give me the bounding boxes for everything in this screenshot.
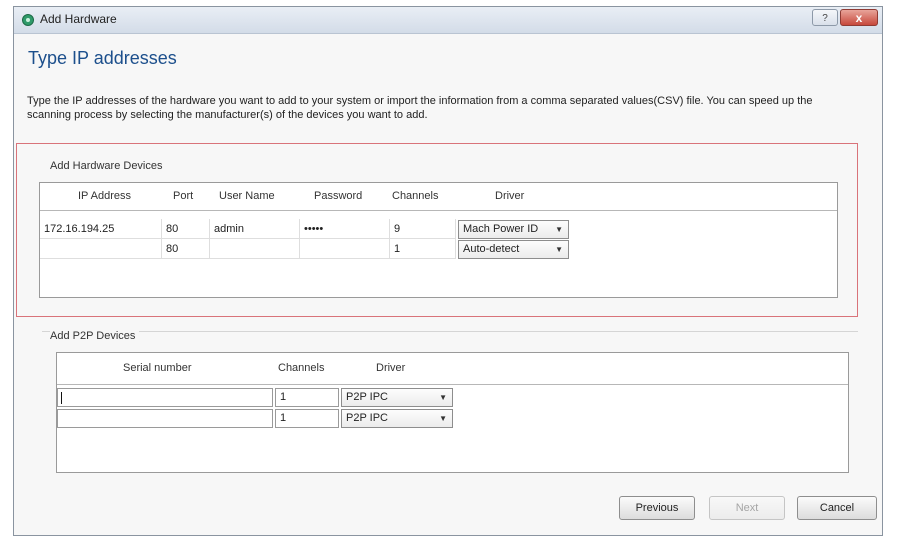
chevron-down-icon: ▼ xyxy=(555,225,563,234)
ip-field[interactable] xyxy=(40,239,162,259)
hardware-group-label: Add Hardware Devices xyxy=(50,160,163,172)
app-icon xyxy=(22,14,34,26)
title-bar: Add Hardware ? x xyxy=(14,7,882,34)
column-header-password[interactable]: Password xyxy=(314,190,362,202)
page-title: Type IP addresses xyxy=(28,48,177,68)
column-header-port[interactable]: Port xyxy=(173,190,193,202)
driver-select-value: Mach Power ID xyxy=(463,223,539,235)
username-field[interactable]: admin xyxy=(210,219,300,239)
channels-field[interactable]: 9 xyxy=(390,219,456,239)
driver-select[interactable]: Mach Power ID ▼ xyxy=(458,220,569,239)
help-button[interactable]: ? xyxy=(812,9,838,26)
username-field[interactable] xyxy=(210,239,300,259)
column-header-driver[interactable]: Driver xyxy=(376,362,405,374)
previous-button[interactable]: Previous xyxy=(619,496,695,520)
p2p-channels-field[interactable]: 1 xyxy=(275,409,339,428)
column-header-driver[interactable]: Driver xyxy=(495,190,524,202)
column-header-channels[interactable]: Channels xyxy=(392,190,438,202)
close-button[interactable]: x xyxy=(840,9,878,26)
p2p-driver-select-value: P2P IPC xyxy=(346,412,388,424)
password-field[interactable] xyxy=(300,239,390,259)
p2p-group-label: Add P2P Devices xyxy=(50,330,140,342)
column-header-serial[interactable]: Serial number xyxy=(123,362,191,374)
serial-number-input[interactable] xyxy=(57,388,273,407)
serial-number-input[interactable] xyxy=(57,409,273,428)
p2p-driver-select[interactable]: P2P IPC ▼ xyxy=(341,388,453,407)
page-description: Type the IP addresses of the hardware yo… xyxy=(27,95,813,121)
column-header-ip[interactable]: IP Address xyxy=(78,190,131,202)
password-field[interactable]: ••••• xyxy=(300,219,390,239)
window-title: Add Hardware xyxy=(40,12,117,26)
p2p-table: Serial number Channels Driver 1 P2P IPC … xyxy=(56,352,849,473)
cancel-button[interactable]: Cancel xyxy=(797,496,877,520)
column-header-username[interactable]: User Name xyxy=(219,190,275,202)
p2p-table-header: Serial number Channels Driver xyxy=(57,353,848,385)
column-header-channels[interactable]: Channels xyxy=(278,362,324,374)
p2p-driver-select-value: P2P IPC xyxy=(346,391,388,403)
chevron-down-icon: ▼ xyxy=(439,414,447,423)
hardware-table-header: IP Address Port User Name Password Chann… xyxy=(40,183,837,211)
p2p-driver-select[interactable]: P2P IPC ▼ xyxy=(341,409,453,428)
channels-field[interactable]: 1 xyxy=(390,239,456,259)
p2p-channels-field[interactable]: 1 xyxy=(275,388,339,407)
ip-field[interactable]: 172.16.194.25 xyxy=(40,219,162,239)
port-field[interactable]: 80 xyxy=(162,219,210,239)
chevron-down-icon: ▼ xyxy=(555,245,563,254)
port-field[interactable]: 80 xyxy=(162,239,210,259)
driver-select-value: Auto-detect xyxy=(463,243,520,255)
hardware-table: IP Address Port User Name Password Chann… xyxy=(39,182,838,298)
chevron-down-icon: ▼ xyxy=(439,393,447,402)
text-caret xyxy=(61,392,62,404)
driver-select[interactable]: Auto-detect ▼ xyxy=(458,240,569,259)
next-button[interactable]: Next xyxy=(709,496,785,520)
